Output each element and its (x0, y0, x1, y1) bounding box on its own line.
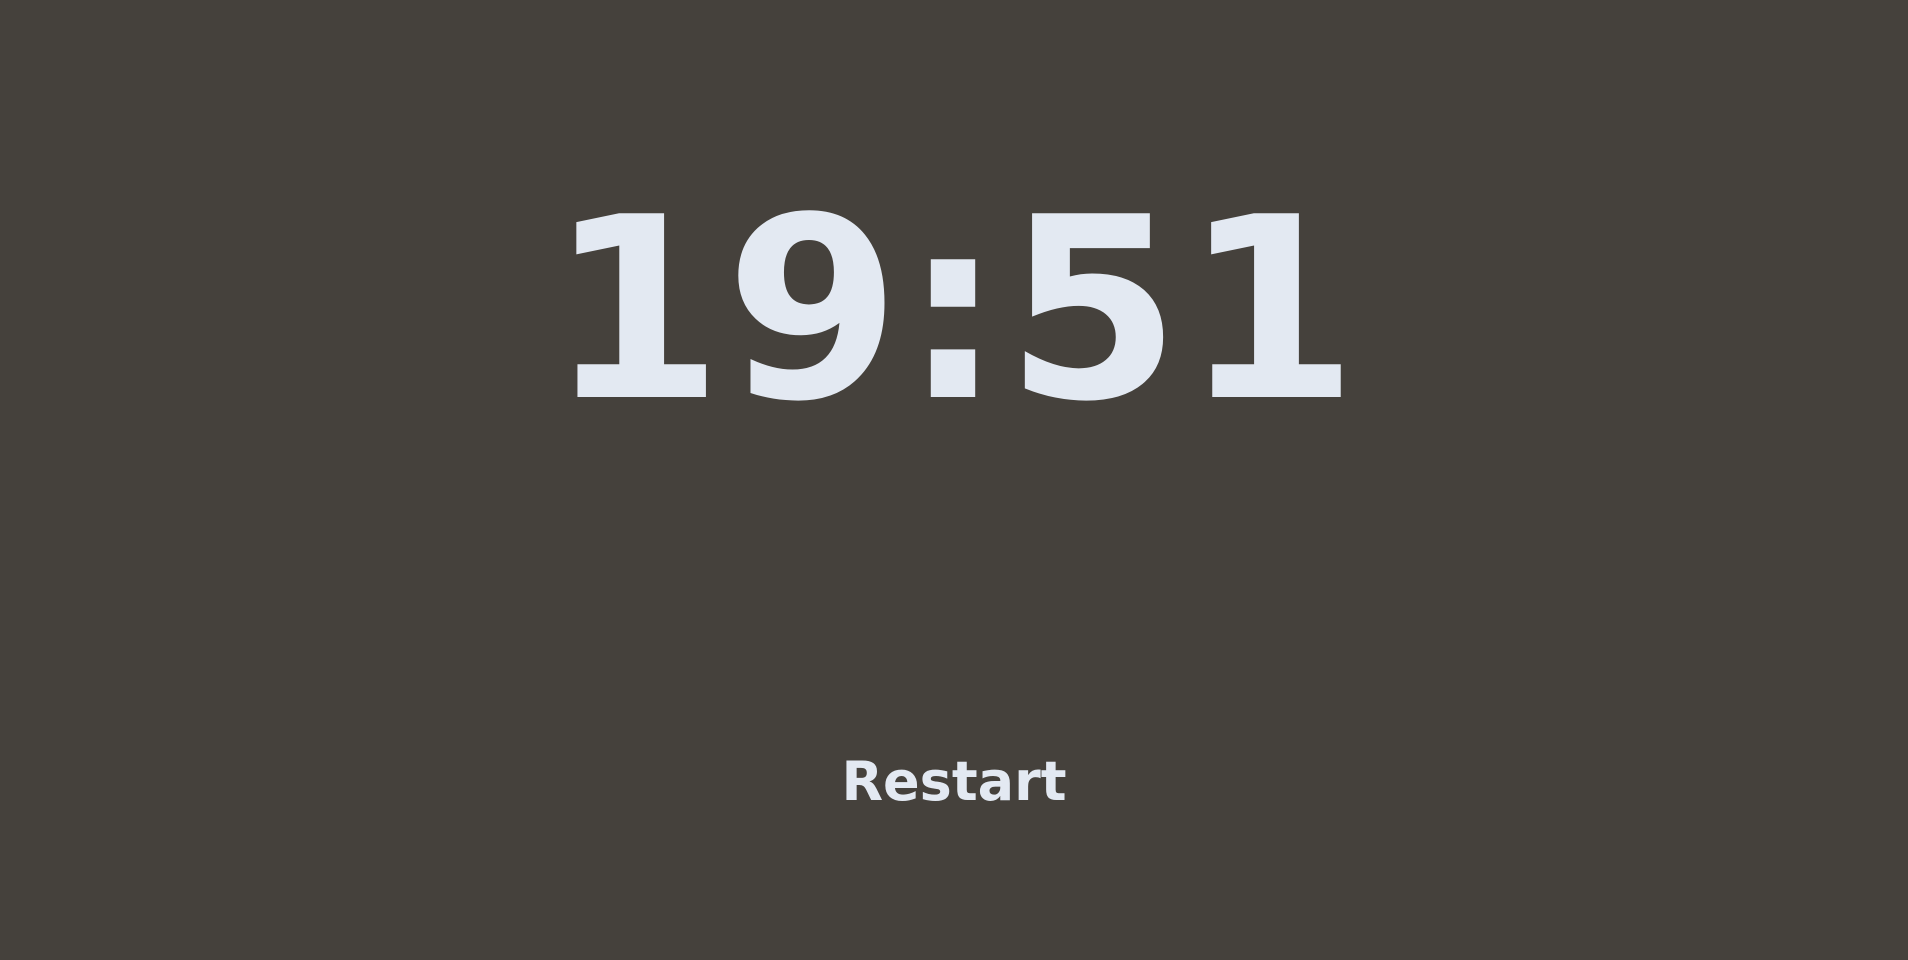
timer-screen: 19:51 Restart (0, 0, 1908, 960)
restart-button[interactable]: Restart (834, 745, 1074, 819)
countdown-display: 19:51 (547, 164, 1361, 457)
